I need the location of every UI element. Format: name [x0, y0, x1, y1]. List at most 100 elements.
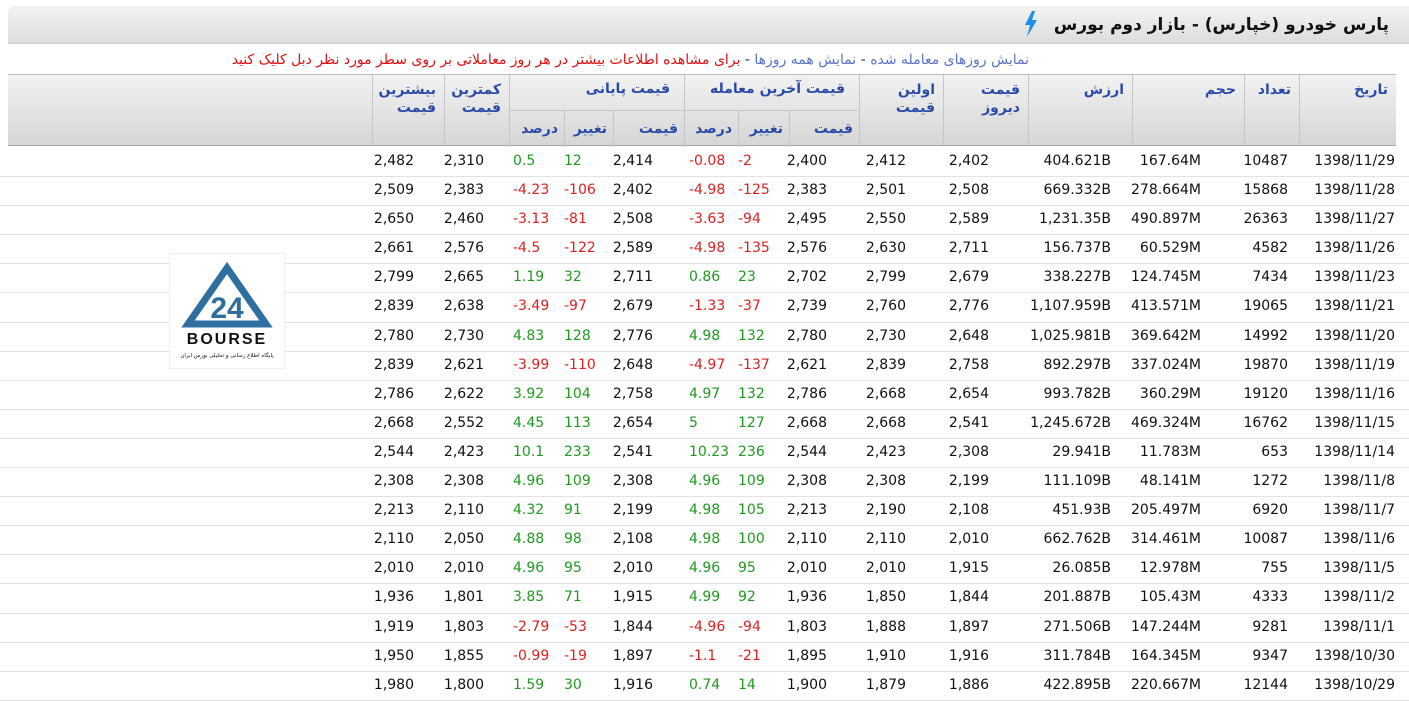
- cell-close-pct: -4.23: [513, 182, 550, 199]
- cell-low: 2,460: [443, 211, 484, 228]
- cell-last-price: 2,010: [786, 560, 827, 577]
- cell-close-price: 2,199: [612, 502, 653, 519]
- col-header-value-label: ارزش: [1083, 82, 1124, 98]
- cell-date: 1398/10/29: [1314, 676, 1395, 693]
- cell-first: 2,839: [865, 356, 906, 373]
- cell-high: 2,839: [373, 356, 414, 373]
- cell-count: 4582: [1252, 240, 1288, 257]
- table-row[interactable]: 1398/10/30 9347 164.345M 311.784B 1,916 1,910…: [0, 643, 1409, 672]
- cell-first: 2,668: [865, 414, 906, 431]
- table-row[interactable]: 1398/11/5 755 12.978M 26.085B 1,915 2,010 2,01…: [0, 555, 1409, 585]
- cell-high: 2,213: [373, 502, 414, 519]
- table-row[interactable]: 1398/11/1 9281 147.244M 271.506B 1,897 1,888 1…: [0, 614, 1409, 643]
- col-header-first[interactable]: اولین قیمت: [859, 75, 943, 145]
- table-row[interactable]: 1398/11/8 1272 48.141M 111.109B 2,199 2,308 2,…: [0, 468, 1409, 498]
- table-row[interactable]: 1398/11/2 4333 105.43M 201.887B 1,844 1,850 1,…: [0, 584, 1409, 614]
- cell-count: 755: [1261, 560, 1288, 577]
- col-header-highest[interactable]: بیشترین قیمت: [372, 75, 444, 145]
- cell-last-change: -94: [738, 211, 761, 228]
- cell-last-price: 1,936: [786, 589, 827, 606]
- cell-last-pct: -0.08: [689, 153, 726, 169]
- cell-close-price: 2,758: [612, 385, 653, 402]
- cell-yesterday: 2,654: [948, 385, 989, 402]
- cell-close-pct: -3.99: [513, 356, 550, 373]
- show-traded-days-link[interactable]: نمایش روزهای معامله شده: [870, 52, 1029, 68]
- cell-close-pct: 4.88: [513, 531, 545, 548]
- col-header-last-percent[interactable]: درصد: [684, 111, 738, 147]
- cell-value: 892.297B: [1043, 356, 1112, 373]
- col-header-close-percent[interactable]: درصد: [509, 111, 564, 147]
- cell-yesterday: 2,711: [948, 240, 989, 257]
- cell-high: 2,668: [373, 414, 414, 431]
- cell-date: 1398/11/20: [1314, 327, 1395, 344]
- cell-high: 1,980: [373, 676, 414, 693]
- cell-first: 1,910: [865, 647, 906, 664]
- cell-count: 19065: [1243, 298, 1288, 315]
- cell-last-price: 2,308: [786, 473, 827, 490]
- cell-last-change: 92: [738, 589, 756, 606]
- cell-last-pct: -4.98: [689, 182, 726, 199]
- cell-high: 2,010: [373, 560, 414, 577]
- table-row[interactable]: 1398/11/14 653 11.783M 29.941B 2,308 2,423 2,5…: [0, 439, 1409, 469]
- cell-value: 26.085B: [1052, 560, 1111, 577]
- col-header-last-change[interactable]: تغییر: [738, 111, 789, 147]
- table-row[interactable]: 1398/11/16 19120 360.29M 993.782B 2,654 2,668…: [0, 381, 1409, 410]
- cell-close-pct: -2.79: [513, 618, 550, 635]
- cell-volume: 360.29M: [1139, 385, 1201, 402]
- table-row[interactable]: 1398/11/29 10487 167.64M 404.621B 2,402 2,412…: [0, 148, 1409, 178]
- cell-high: 2,661: [373, 240, 414, 257]
- table-row[interactable]: 1398/11/6 10087 314.461M 662.762B 2,010 2,110…: [0, 526, 1409, 556]
- cell-last-price: 1,895: [786, 647, 827, 664]
- cell-close-price: 2,654: [612, 414, 653, 431]
- col-header-value[interactable]: ارزش: [1028, 75, 1132, 145]
- cell-last-change: -37: [738, 298, 761, 315]
- cell-close-change: -53: [564, 618, 587, 635]
- cell-value: 338.227B: [1043, 269, 1112, 286]
- col-header-lowest[interactable]: کمترین قیمت: [444, 75, 509, 145]
- cell-date: 1398/11/28: [1314, 182, 1395, 199]
- cell-close-price: 1,915: [612, 589, 653, 606]
- col-header-date[interactable]: تاریخ: [1299, 75, 1396, 145]
- cell-low: 2,552: [443, 414, 484, 431]
- cell-volume: 167.64M: [1139, 153, 1201, 169]
- cell-last-price: 2,576: [786, 240, 827, 257]
- table-row[interactable]: 1398/11/7 6920 205.497M 451.93B 2,108 2,190 2,…: [0, 497, 1409, 527]
- cell-count: 4333: [1252, 589, 1288, 606]
- cell-high: 1,919: [373, 618, 414, 635]
- cell-last-change: 109: [738, 473, 765, 490]
- cell-first: 2,308: [865, 473, 906, 490]
- col-header-last-price[interactable]: قیمت: [789, 111, 859, 147]
- cell-last-price: 2,621: [786, 356, 827, 373]
- cell-volume: 60.529M: [1139, 240, 1201, 257]
- cell-volume: 147.244M: [1131, 618, 1201, 635]
- col-group-last-trade-label: قیمت آخرین معامله: [710, 81, 845, 97]
- cell-value: 669.332B: [1043, 182, 1112, 199]
- cell-high: 2,544: [373, 443, 414, 460]
- table-row[interactable]: 1398/10/29 12144 220.667M 422.895B 1,886 1,87…: [0, 672, 1409, 701]
- cell-last-price: 2,544: [786, 443, 827, 460]
- cell-close-change: 113: [564, 414, 591, 431]
- cell-first: 2,730: [865, 327, 906, 344]
- cell-close-price: 2,010: [612, 560, 653, 577]
- col-header-close-price[interactable]: قیمت: [613, 111, 684, 147]
- table-row[interactable]: 1398/11/15 16762 469.324M 1,245.672B 2,541 2,…: [0, 410, 1409, 439]
- col-header-volume[interactable]: حجم: [1132, 75, 1244, 145]
- cell-close-pct: 4.45: [513, 414, 545, 431]
- col-header-count[interactable]: تعداد: [1244, 75, 1299, 145]
- cell-close-change: 12: [564, 153, 582, 169]
- table-row[interactable]: 1398/11/28 15868 278.664M 669.332B 2,508 2,50…: [0, 177, 1409, 207]
- cell-date: 1398/11/7: [1323, 502, 1395, 519]
- lightning-icon[interactable]: [1023, 11, 1039, 37]
- col-header-close-change[interactable]: تغییر: [564, 111, 613, 147]
- cell-last-price: 2,739: [786, 298, 827, 315]
- cell-close-price: 1,916: [612, 676, 653, 693]
- col-header-close-percent-label: درصد: [521, 121, 558, 137]
- cell-close-change: 233: [564, 443, 591, 460]
- cell-yesterday: 2,758: [948, 356, 989, 373]
- col-header-yesterday[interactable]: قیمت دیروز: [943, 75, 1028, 145]
- cell-volume: 314.461M: [1131, 531, 1201, 548]
- cell-close-pct: 4.96: [513, 473, 545, 490]
- cell-last-pct: 4.97: [689, 385, 721, 402]
- show-all-days-link[interactable]: نمایش همه روزها: [754, 52, 856, 68]
- table-row[interactable]: 1398/11/27 26363 490.897M 1,231.35B 2,589 2,5…: [0, 206, 1409, 236]
